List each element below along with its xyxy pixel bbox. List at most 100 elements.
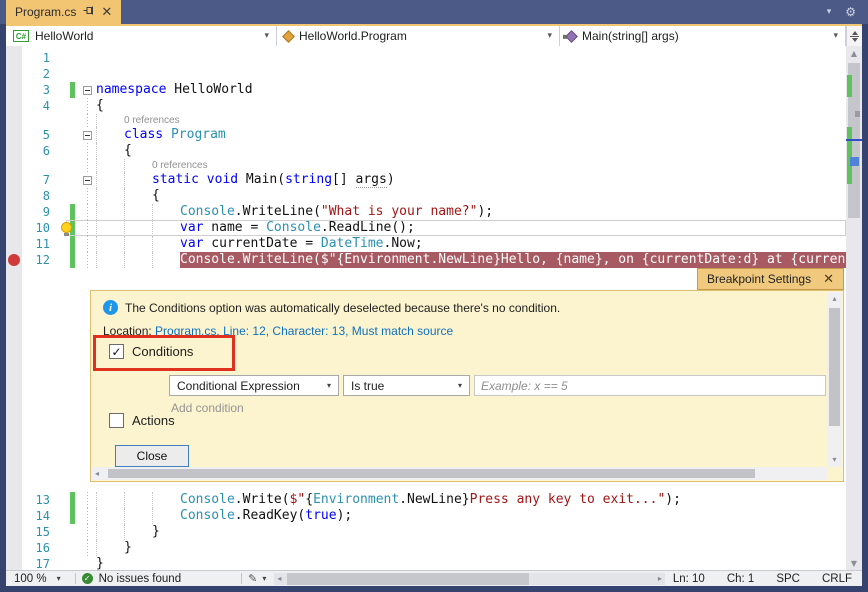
code-line-15[interactable]: 15} [6, 524, 846, 540]
code-text[interactable]: } [96, 556, 846, 570]
fold-toggle-icon[interactable] [83, 86, 92, 95]
code-editor[interactable]: 123namespace HelloWorld4{0 references5cl… [6, 46, 846, 570]
scroll-left-icon[interactable]: ◂ [92, 467, 102, 481]
peek-vertical-scrollbar[interactable]: ▴ ▾ [827, 292, 842, 467]
condition-expression-input[interactable] [474, 375, 826, 396]
code-text[interactable]: Console.ReadKey(true); [96, 508, 846, 524]
column-indicator[interactable]: Ch: 1 [727, 573, 755, 585]
scrollbar-thumb[interactable] [287, 573, 529, 585]
tab-close-icon[interactable]: ✕ [101, 6, 112, 19]
breakpoint-margin[interactable] [6, 172, 22, 188]
member-dropdown[interactable]: Main(string[] args) ▾ [560, 26, 846, 46]
scroll-down-icon[interactable]: ▾ [829, 453, 839, 467]
codelens-references[interactable]: 0 references [152, 160, 208, 171]
code-text[interactable] [96, 66, 846, 82]
breakpoint-margin[interactable] [6, 188, 22, 204]
close-button[interactable]: Close [115, 445, 189, 467]
chevron-down-icon[interactable]: ▾ [319, 381, 331, 390]
code-line-13[interactable]: 13Console.Write($"{Environment.NewLine}P… [6, 492, 846, 508]
editor-vertical-scrollbar[interactable]: ▲ ▼ [846, 46, 862, 570]
code-text[interactable]: { [96, 98, 846, 114]
code-line-10[interactable]: 10var name = Console.ReadLine(); [6, 220, 846, 236]
code-line-4[interactable]: 4{ [6, 98, 846, 114]
pin-icon[interactable] [83, 5, 94, 19]
scrollbar-track[interactable] [846, 60, 862, 556]
breakpoint-margin[interactable] [6, 127, 22, 143]
code-line-1[interactable]: 1 [6, 50, 846, 66]
chevron-down-icon[interactable]: ▾ [450, 381, 462, 390]
code-line-9[interactable]: 9Console.WriteLine("What is your name?")… [6, 204, 846, 220]
code-text[interactable] [96, 50, 846, 66]
chevron-down-icon[interactable]: ▾ [258, 31, 269, 41]
scroll-down-icon[interactable]: ▼ [846, 556, 862, 570]
condition-operator-dropdown[interactable]: Is true ▾ [343, 375, 470, 396]
scroll-up-icon[interactable]: ▴ [829, 292, 839, 306]
code-line-3[interactable]: 3namespace HelloWorld [6, 82, 846, 98]
code-text[interactable]: } [96, 524, 846, 540]
window-options-gear-icon[interactable]: ⚙ [845, 5, 856, 19]
breakpoint-margin[interactable] [6, 540, 22, 556]
code-text[interactable]: static void Main(string[] args) [96, 172, 846, 188]
code-text[interactable]: namespace HelloWorld [96, 82, 846, 98]
code-text[interactable]: { [96, 188, 846, 204]
code-line-12[interactable]: 12Console.WriteLine($"{Environment.NewLi… [6, 252, 846, 268]
code-text[interactable]: { [96, 143, 846, 159]
line-indicator[interactable]: Ln: 10 [673, 573, 705, 585]
peek-horizontal-scrollbar[interactable]: ◂ [92, 467, 827, 480]
scrollbar-thumb[interactable] [108, 469, 755, 478]
code-text[interactable]: } [96, 540, 846, 556]
chevron-down-icon[interactable]: ▾ [57, 574, 61, 583]
breakpoint-margin[interactable] [6, 524, 22, 540]
scroll-up-icon[interactable]: ▲ [846, 46, 862, 60]
lightbulb-icon[interactable] [61, 222, 72, 233]
chevron-down-icon[interactable]: ▾ [541, 31, 552, 41]
code-text[interactable]: Console.WriteLine("What is your name?"); [96, 204, 846, 220]
breakpoint-margin[interactable] [6, 556, 22, 570]
condition-type-dropdown[interactable]: Conditional Expression ▾ [169, 375, 339, 396]
code-line-11[interactable]: 11var currentDate = DateTime.Now; [6, 236, 846, 252]
breakpoint-margin[interactable] [6, 98, 22, 114]
fold-toggle-icon[interactable] [83, 131, 92, 140]
tab-program-cs[interactable]: Program.cs ✕ [6, 0, 121, 24]
type-dropdown[interactable]: HelloWorld.Program ▾ [277, 26, 560, 46]
issues-status[interactable]: No issues found [99, 573, 181, 585]
breakpoint-margin[interactable] [6, 204, 22, 220]
split-editor-handle[interactable] [846, 26, 862, 46]
code-text[interactable]: var name = Console.ReadLine(); [96, 220, 846, 236]
scrollbar-thumb[interactable] [829, 308, 840, 426]
code-line-5[interactable]: 5class Program [6, 127, 846, 143]
breakpoint-settings-tab[interactable]: Breakpoint Settings ✕ [697, 268, 844, 290]
code-text[interactable]: Console.WriteLine($"{Environment.NewLine… [96, 252, 846, 268]
editor-horizontal-scrollbar[interactable]: ◂ ▸ [274, 573, 665, 585]
code-text[interactable]: Console.Write($"{Environment.NewLine}Pre… [96, 492, 846, 508]
peek-close-icon[interactable]: ✕ [823, 273, 834, 286]
code-text[interactable]: 0 references [96, 159, 846, 172]
breakpoint-indicator-icon[interactable] [8, 254, 20, 266]
code-text[interactable]: var currentDate = DateTime.Now; [96, 236, 846, 252]
code-line-2[interactable]: 2 [6, 66, 846, 82]
scroll-right-icon[interactable]: ▸ [655, 572, 665, 586]
add-condition-link[interactable]: Add condition [171, 401, 244, 415]
project-dropdown[interactable]: C# HelloWorld ▾ [6, 26, 277, 46]
breakpoint-margin[interactable] [6, 50, 22, 66]
chevron-down-icon[interactable]: ▾ [262, 574, 266, 583]
breakpoint-margin[interactable] [6, 252, 22, 268]
spaces-indicator[interactable]: SPC [776, 573, 800, 585]
line-ending-indicator[interactable]: CRLF [822, 573, 852, 585]
zoom-dropdown[interactable]: 100 % ▾ [6, 573, 69, 585]
breakpoint-margin[interactable] [6, 143, 22, 159]
code-text[interactable]: class Program [96, 127, 846, 143]
breakpoint-margin[interactable] [6, 220, 22, 236]
pen-icon[interactable]: ✎ [248, 572, 257, 585]
active-files-chevron-icon[interactable]: ▾ [827, 7, 832, 17]
scroll-left-icon[interactable]: ◂ [274, 572, 284, 586]
fold-toggle-icon[interactable] [83, 176, 92, 185]
codelens-references[interactable]: 0 references [124, 115, 180, 126]
code-text[interactable]: 0 references [96, 114, 846, 127]
breakpoint-margin[interactable] [6, 236, 22, 252]
code-line-14[interactable]: 14Console.ReadKey(true); [6, 508, 846, 524]
code-line-8[interactable]: 8{ [6, 188, 846, 204]
chevron-down-icon[interactable]: ▾ [827, 31, 838, 41]
breakpoint-margin[interactable] [6, 66, 22, 82]
code-line-17[interactable]: 17} [6, 556, 846, 570]
